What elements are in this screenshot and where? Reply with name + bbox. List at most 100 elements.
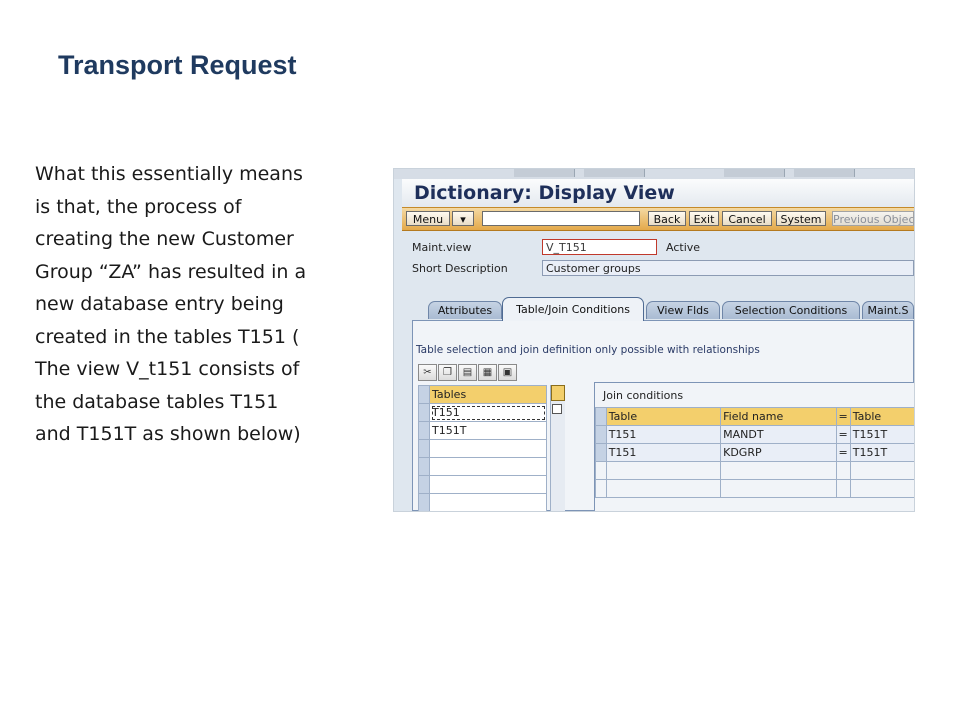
table-cell[interactable] [429,439,547,458]
table-header-row: Tables [418,385,547,404]
scroll-box-icon[interactable] [552,404,562,414]
table-cell: = [835,425,851,444]
body-line: created in the tables T151 ( [35,325,300,348]
row-selector[interactable] [418,475,430,494]
column-header-field-name[interactable]: Field name [720,407,837,426]
column-config-icon[interactable] [551,385,565,401]
menu-button[interactable]: Menu [406,211,450,226]
menu-bar: Menu ▾ Back Exit Cancel System Previous … [402,207,914,231]
delete-row-icon[interactable]: ▣ [498,364,517,381]
join-conditions-panel: Join conditions Table Field name = Table… [594,382,914,511]
tab-selection-conditions[interactable]: Selection Conditions [722,301,860,319]
body-line: the database tables T151 [35,390,279,413]
tables-grid: Tables T151 T151T [418,385,547,511]
body-line: is that, the process of [35,195,242,218]
table-row[interactable] [418,475,547,494]
tables-grid-scrollbar[interactable] [550,385,565,511]
paste-icon[interactable]: ▤ [458,364,477,381]
table-cell[interactable]: T151 [605,425,722,444]
table-row[interactable] [418,493,547,511]
table-cell[interactable]: T151 [605,443,722,462]
join-conditions-grid: Table Field name = Table T151 MANDT = T1… [595,407,914,498]
exit-button[interactable]: Exit [689,211,719,226]
maint-view-field[interactable]: V_T151 [542,239,657,255]
body-line: Group “ZA” has resulted in a [35,260,307,283]
row-selector[interactable] [418,439,430,458]
row-selector[interactable] [595,443,607,462]
tab-attributes[interactable]: Attributes [428,301,502,319]
table-cell [835,461,851,480]
row-selector[interactable] [418,385,430,404]
tab-maint-status[interactable]: Maint.S [862,301,914,319]
table-cell [835,479,851,498]
table-cell[interactable] [720,461,837,480]
table-cell[interactable] [849,479,914,498]
table-row[interactable]: T151T [418,421,547,440]
tab-view-fields[interactable]: View Flds [646,301,720,319]
table-cell[interactable] [720,479,837,498]
table-header-row: Table Field name = Table [595,407,914,426]
table-row[interactable] [595,479,914,498]
table-row[interactable] [418,439,547,458]
body-line: What this essentially means [35,163,303,185]
table-row[interactable]: T151 [418,403,547,422]
system-button[interactable]: System [776,211,826,226]
menu-dropdown-icon[interactable]: ▾ [452,211,474,226]
join-conditions-title: Join conditions [603,389,684,402]
body-paragraph: What this essentially means is that, the… [35,158,355,451]
body-line: The view V_t151 consists of [35,358,300,380]
row-selector[interactable] [418,493,430,511]
window-titlebar: Dictionary: Display View [402,179,914,207]
maint-view-status: Active [666,241,701,254]
row-selector[interactable] [418,421,430,440]
column-header-equals[interactable]: = [835,407,851,426]
table-cell[interactable] [605,461,722,480]
table-cell[interactable]: T151T [849,443,914,462]
previous-objects-button[interactable]: Previous Objec [832,211,914,226]
row-selector[interactable] [595,407,607,426]
table-cell[interactable] [429,475,547,494]
copy-icon[interactable]: ❐ [438,364,457,381]
sap-screenshot: Dictionary: Display View Menu ▾ Back Exi… [393,168,915,512]
slide-title: Transport Request [58,50,297,80]
table-cell[interactable]: KDGRP [720,443,837,462]
table-cell[interactable] [849,461,914,480]
row-selector[interactable] [418,403,430,422]
body-line: new database entry being [35,293,284,315]
tab-table-join-conditions[interactable]: Table/Join Conditions [502,297,644,321]
row-selector[interactable] [418,457,430,476]
row-selector[interactable] [595,425,607,444]
column-header-table-2[interactable]: Table [849,407,914,426]
table-cell[interactable] [429,493,547,511]
body-line: creating the new Customer [35,228,294,250]
row-selector[interactable] [595,479,607,498]
table-cell[interactable]: MANDT [720,425,837,444]
command-field[interactable] [482,211,640,226]
back-button[interactable]: Back [648,211,686,226]
window-title: Dictionary: Display View [414,182,675,204]
short-description-label: Short Description [412,262,508,275]
row-selector[interactable] [595,461,607,480]
body-line: and T151T as shown below) [35,423,301,445]
table-cell[interactable]: T151T [429,421,547,440]
relationship-hint: Table selection and join definition only… [416,344,760,356]
tab-strip: Attributes Table/Join Conditions View Fl… [414,297,914,321]
table-row[interactable]: T151 MANDT = T151T [595,425,914,444]
table-cell[interactable] [429,457,547,476]
window-top-strip [394,169,914,179]
column-header-tables[interactable]: Tables [429,385,547,404]
column-header-table[interactable]: Table [605,407,722,426]
tables-toolbar: ✂ ❐ ▤ ▦ ▣ [418,364,540,382]
table-cell[interactable]: T151T [849,425,914,444]
table-cell[interactable]: T151 [429,403,547,422]
insert-row-icon[interactable]: ▦ [478,364,497,381]
maint-view-label: Maint.view [412,241,472,254]
table-cell[interactable] [605,479,722,498]
table-row[interactable] [595,461,914,480]
table-row[interactable] [418,457,547,476]
cut-icon[interactable]: ✂ [418,364,437,381]
table-cell: = [835,443,851,462]
short-description-field[interactable]: Customer groups [542,260,914,276]
cancel-button[interactable]: Cancel [722,211,772,226]
table-row[interactable]: T151 KDGRP = T151T [595,443,914,462]
